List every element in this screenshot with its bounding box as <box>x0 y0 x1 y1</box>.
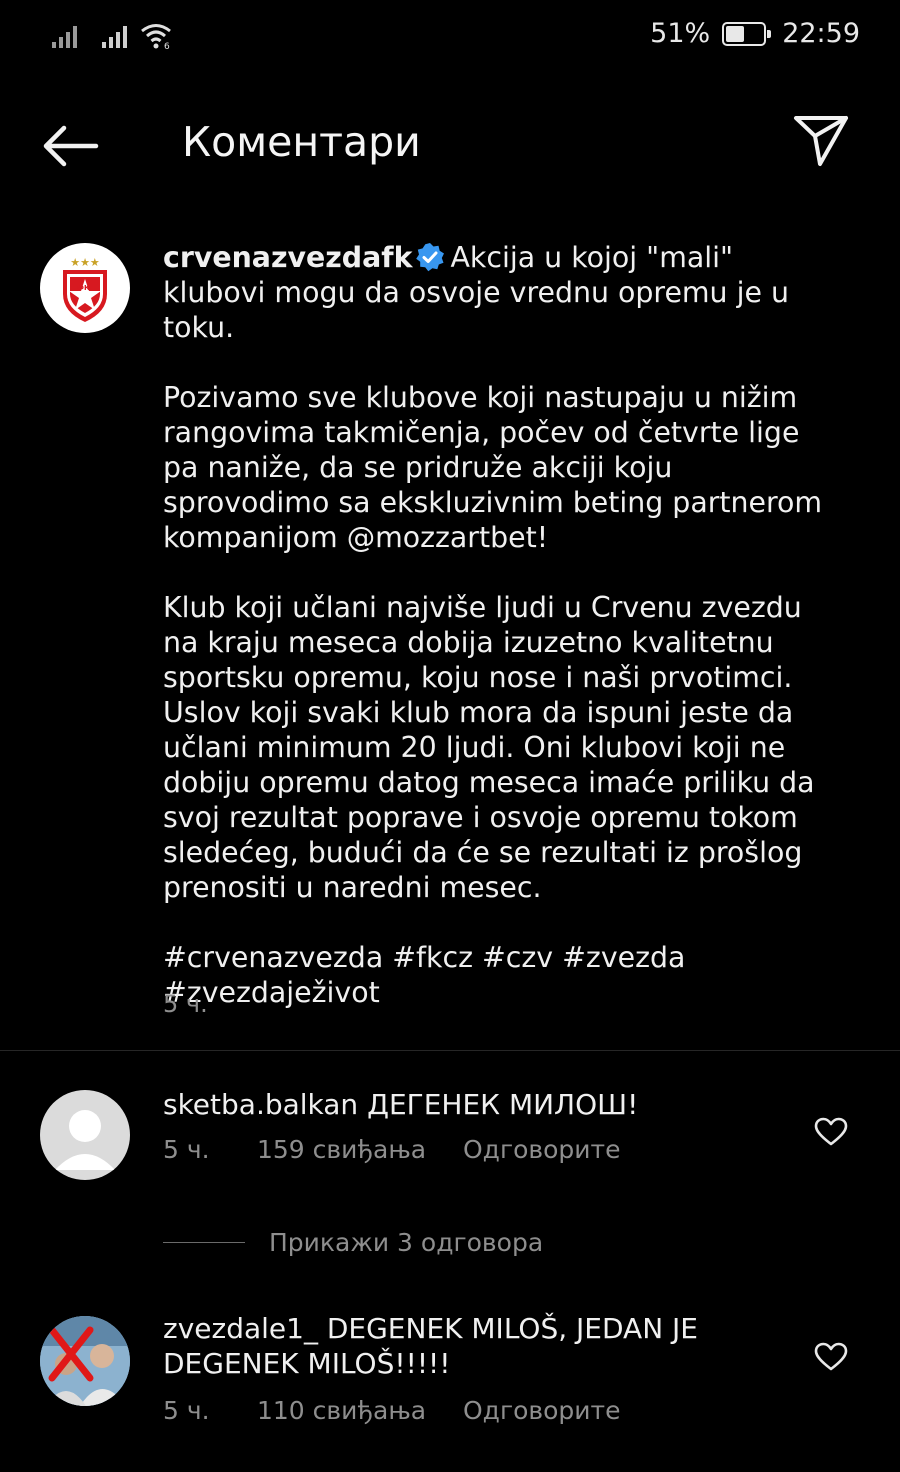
status-bar: 6 51% 22:59 <box>0 0 900 72</box>
svg-text:6: 6 <box>164 42 170 50</box>
user-photo-icon <box>40 1316 130 1406</box>
clock: 22:59 <box>782 18 860 49</box>
likes-count[interactable]: 159 свиђања <box>257 1135 463 1164</box>
paper-plane-icon[interactable] <box>792 112 850 170</box>
likes-count[interactable]: 110 свиђања <box>257 1396 463 1425</box>
signal-icon <box>102 26 127 48</box>
comment-text: ДЕГЕНЕК МИЛОШ! <box>367 1088 639 1121</box>
verified-badge-icon <box>415 243 444 272</box>
comment-timestamp: 5 ч. <box>163 1135 210 1164</box>
comment-username[interactable]: zvezdale1_ <box>163 1312 318 1345</box>
status-right: 51% 22:59 <box>650 18 860 49</box>
club-crest-icon: ★★★ ФК <box>63 256 107 322</box>
wifi-icon: 6 <box>141 24 171 50</box>
battery-icon <box>722 21 772 46</box>
view-replies-label: Прикажи 3 одговора <box>269 1228 544 1257</box>
view-replies-button[interactable]: Прикажи 3 одговора <box>163 1228 543 1257</box>
battery-level <box>726 25 744 42</box>
comment: zvezdale1_ DEGENEK MILOŠ, JEDAN JE DEGEN… <box>163 1311 763 1381</box>
comment-meta: 5 ч. 110 свиђања Одговорите <box>163 1396 620 1425</box>
caption-paragraph: crvenazvezdafk Akcija u kojoj "mali" klub… <box>163 240 823 345</box>
comment: sketba.balkan ДЕГЕНЕК МИЛОШ! <box>163 1087 763 1122</box>
page-title: Коментари <box>182 118 421 166</box>
caption-paragraph: Pozivamo sve klubove koji nastupaju u ni… <box>163 381 823 554</box>
arrow-left-icon[interactable] <box>40 122 100 170</box>
post-username[interactable]: crvenazvezdafk <box>163 241 413 274</box>
reply-button[interactable]: Одговорите <box>463 1396 620 1425</box>
avatar[interactable] <box>40 1090 130 1180</box>
caption-paragraph: Klub koji učlani najviše ljudi u Crvenu … <box>163 591 815 904</box>
replies-line <box>163 1242 245 1243</box>
divider <box>0 1050 900 1051</box>
heart-icon[interactable] <box>814 1117 848 1147</box>
post-timestamp: 5 ч. <box>163 990 208 1018</box>
heart-icon[interactable] <box>814 1342 848 1372</box>
svg-text:★★★: ★★★ <box>70 256 100 269</box>
battery-percent: 51% <box>650 18 711 49</box>
club-logo-avatar[interactable]: ★★★ ФК <box>40 243 130 333</box>
caption-hashtags[interactable]: #crvenazvezda #fkcz #czv #zvezda #zvezda… <box>163 940 823 1010</box>
header: Коментари <box>0 100 900 190</box>
post-caption: crvenazvezdafk Akcija u kojoj "mali" klub… <box>163 240 823 1010</box>
comment-meta: 5 ч. 159 свиђања Одговорите <box>163 1135 620 1164</box>
reply-button[interactable]: Одговорите <box>463 1135 620 1164</box>
comment-username[interactable]: sketba.balkan <box>163 1088 358 1121</box>
default-user-icon <box>55 1110 115 1170</box>
signal-icon <box>52 26 77 48</box>
avatar[interactable] <box>40 1316 130 1406</box>
svg-text:ФК: ФК <box>77 284 90 292</box>
comment-timestamp: 5 ч. <box>163 1396 210 1425</box>
